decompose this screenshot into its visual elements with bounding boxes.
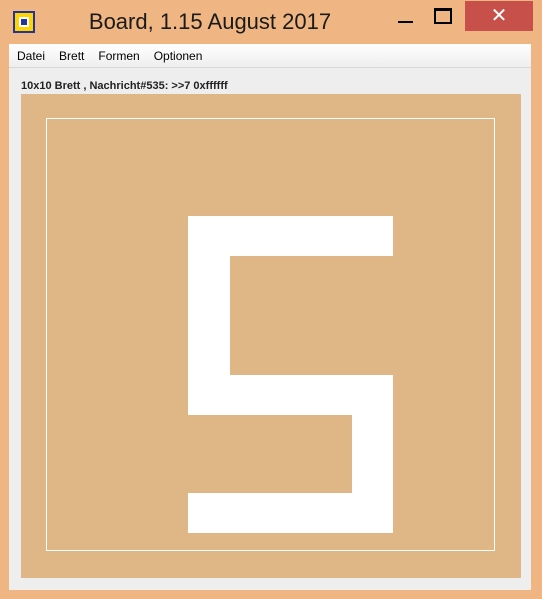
board-canvas[interactable] (21, 94, 521, 578)
maximize-button[interactable] (424, 0, 462, 32)
application-window: Board, 1.15 August 2017 ✕ Datei Brett Fo… (0, 0, 542, 599)
board-app-icon[interactable] (13, 11, 35, 33)
menu-formen[interactable]: Formen (92, 44, 145, 68)
minimize-button[interactable] (388, 0, 422, 32)
glyph-bottom-bar (188, 493, 393, 533)
close-icon: ✕ (490, 5, 508, 27)
title-bar[interactable]: Board, 1.15 August 2017 ✕ (0, 0, 542, 44)
menu-datei[interactable]: Datei (11, 44, 51, 68)
window-title: Board, 1.15 August 2017 (88, 9, 332, 34)
menu-bar: Datei Brett Formen Optionen (9, 44, 531, 68)
menu-optionen[interactable]: Optionen (148, 44, 209, 68)
close-button[interactable]: ✕ (465, 1, 533, 31)
status-message: 10x10 Brett , Nachricht#535: >>7 0xfffff… (21, 80, 228, 92)
menu-brett[interactable]: Brett (53, 44, 90, 68)
minimize-icon (397, 21, 413, 23)
maximize-icon (434, 8, 452, 24)
app-icon-inner (19, 17, 29, 27)
board-frame (46, 118, 495, 551)
client-area: Datei Brett Formen Optionen 10x10 Brett … (9, 44, 531, 590)
